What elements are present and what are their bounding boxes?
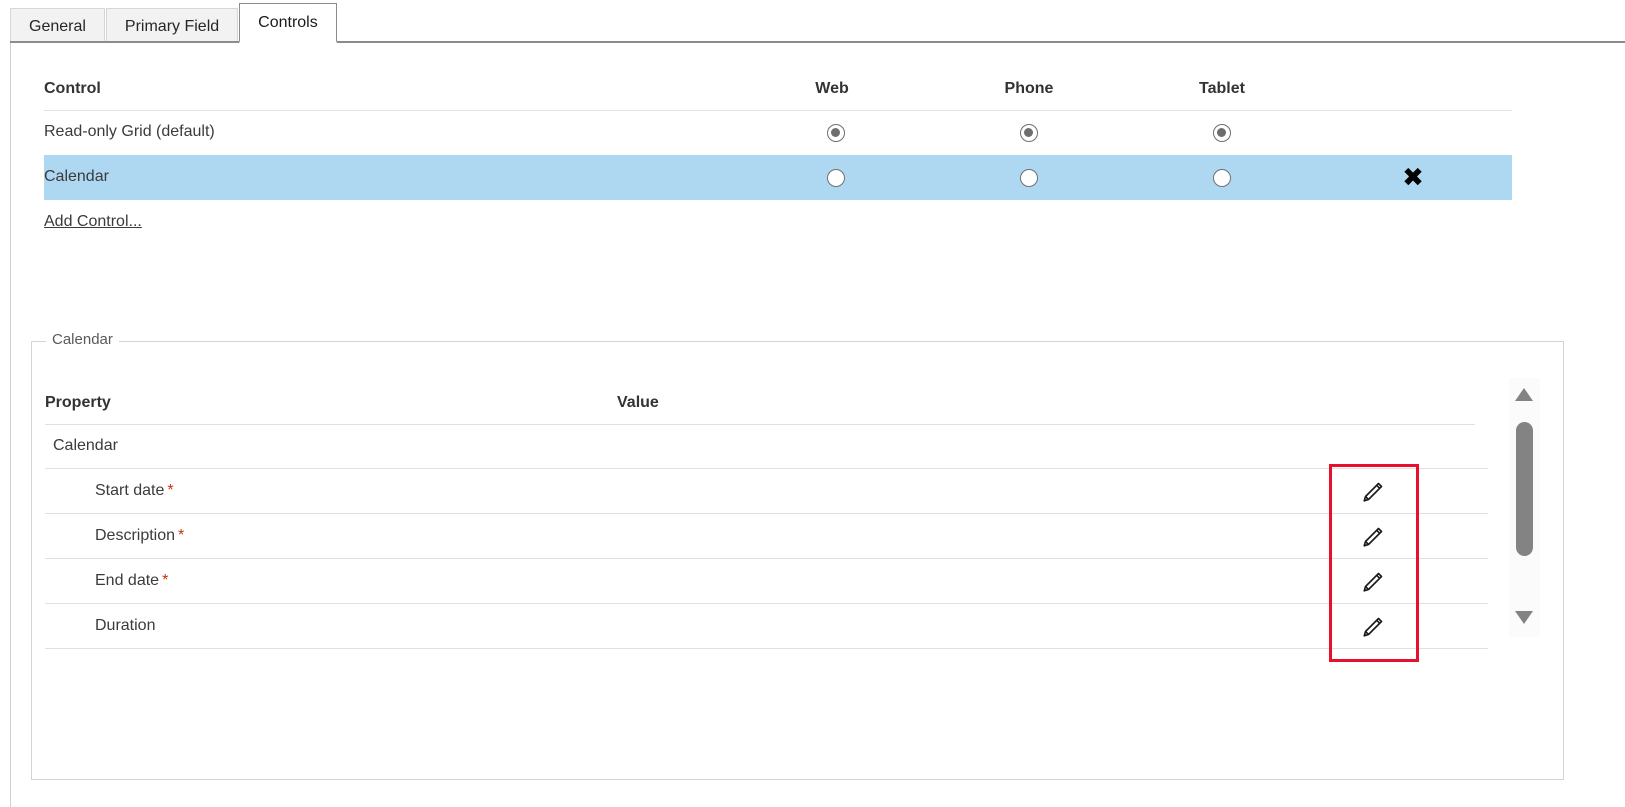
radio-tablet-readonly-grid[interactable] <box>1213 124 1231 142</box>
property-name-label: Description * <box>95 527 184 545</box>
property-name-text: Calendar <box>53 437 118 454</box>
property-name-text: Description <box>95 527 176 544</box>
properties-scrollbar[interactable] <box>1509 378 1540 637</box>
add-control-link[interactable]: Add Control... <box>44 213 142 231</box>
list-item[interactable]: End date * <box>45 559 1488 604</box>
property-name-text: End date <box>95 572 160 589</box>
property-name-label: Calendar <box>53 437 118 455</box>
tab-list: General Primary Field Controls <box>10 0 338 43</box>
property-name-label: Duration <box>95 617 155 635</box>
table-row[interactable]: Read-only Grid (default) <box>44 110 1512 155</box>
column-header-web: Web <box>815 80 849 97</box>
required-asterisk: * <box>162 572 169 589</box>
scroll-up-arrow-icon[interactable] <box>1509 382 1540 410</box>
tab-general[interactable]: General <box>10 8 105 43</box>
tab-strip: General Primary Field Controls <box>0 0 1625 44</box>
edit-pencil-icon[interactable] <box>1357 613 1387 643</box>
column-header-value: Value <box>617 394 659 411</box>
tab-primary-field[interactable]: Primary Field <box>105 8 239 43</box>
panel-left-border <box>10 43 11 807</box>
property-name-label: End date * <box>95 572 168 590</box>
scroll-down-arrow-icon[interactable] <box>1509 605 1540 633</box>
edit-pencil-icon[interactable] <box>1357 568 1387 598</box>
radio-button-icon[interactable] <box>1020 169 1038 187</box>
required-asterisk: * <box>167 482 174 499</box>
radio-tablet-calendar[interactable] <box>1213 169 1231 187</box>
triangle-down-icon <box>1515 611 1533 624</box>
triangle-up-icon <box>1515 388 1533 401</box>
control-table-header: Control Web Phone Tablet <box>44 72 1512 111</box>
scrollbar-thumb[interactable] <box>1516 422 1533 556</box>
fieldset-legend: Calendar <box>46 331 119 348</box>
column-header-control: Control <box>44 80 101 97</box>
radio-button-icon[interactable] <box>1213 124 1231 142</box>
property-name-text: Start date <box>95 482 165 499</box>
list-item[interactable]: Calendar <box>45 424 1488 469</box>
list-item[interactable]: Start date * <box>45 469 1488 514</box>
tab-primary-field-label: Primary Field <box>124 18 220 35</box>
properties-grid-header: Property Value <box>45 388 1488 425</box>
required-asterisk: * <box>178 527 185 544</box>
radio-button-icon[interactable] <box>1020 124 1038 142</box>
radio-web-readonly-grid[interactable] <box>827 124 845 142</box>
control-name-label: Calendar <box>44 168 109 185</box>
tab-controls[interactable]: Controls <box>239 3 337 43</box>
radio-button-icon[interactable] <box>827 169 845 187</box>
edit-pencil-icon[interactable] <box>1357 478 1387 508</box>
tab-controls-label: Controls <box>258 14 318 31</box>
edit-pencil-icon[interactable] <box>1357 523 1387 553</box>
table-row[interactable]: Calendar ✖ <box>44 155 1512 200</box>
control-name-label: Read-only Grid (default) <box>44 123 215 140</box>
column-header-tablet: Tablet <box>1199 80 1245 97</box>
property-name-label: Start date * <box>95 482 174 500</box>
column-header-property: Property <box>45 394 111 411</box>
column-header-phone: Phone <box>1004 80 1054 97</box>
control-table: Control Web Phone Tablet Read-only Grid … <box>44 72 1512 200</box>
close-icon[interactable]: ✖ <box>1399 164 1427 192</box>
radio-web-calendar[interactable] <box>827 169 845 187</box>
radio-phone-readonly-grid[interactable] <box>1020 124 1038 142</box>
radio-button-icon[interactable] <box>1213 169 1231 187</box>
radio-phone-calendar[interactable] <box>1020 169 1038 187</box>
list-item[interactable]: Description * <box>45 514 1488 559</box>
tab-general-label: General <box>29 18 86 35</box>
calendar-properties-fieldset: Calendar Property Value Calendar Start d… <box>31 331 1564 780</box>
radio-button-icon[interactable] <box>827 124 845 142</box>
property-name-text: Duration <box>95 617 156 634</box>
list-item[interactable]: Duration <box>45 604 1488 649</box>
properties-grid: Property Value Calendar Start date * Des… <box>45 388 1488 649</box>
